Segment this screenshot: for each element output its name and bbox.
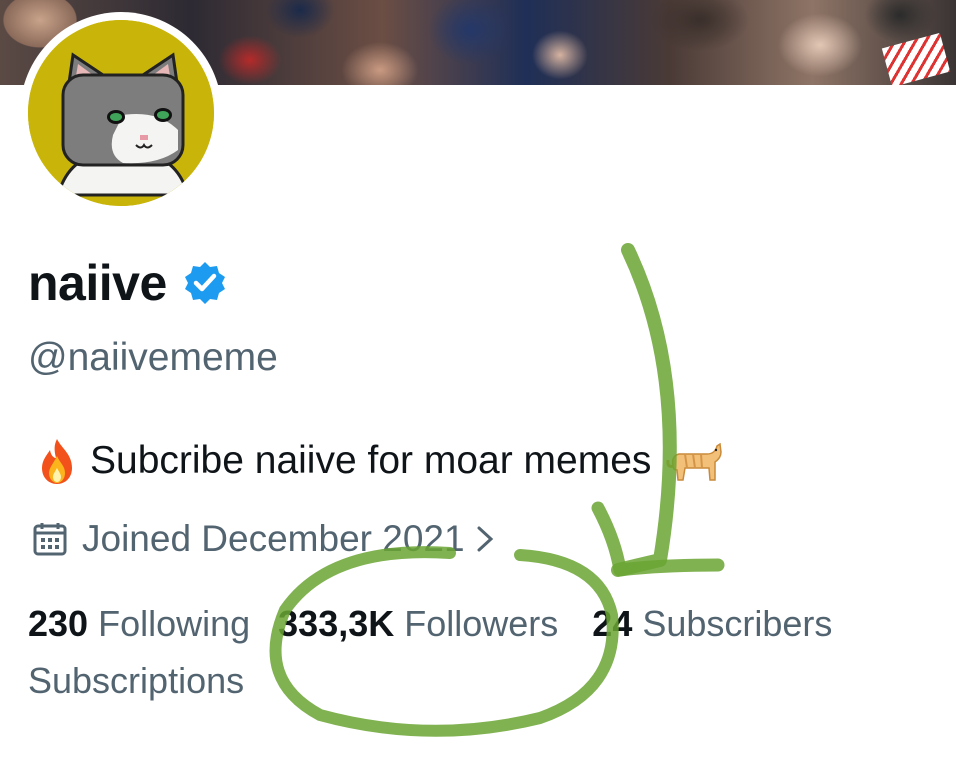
subscriptions-link[interactable]: Subscriptions: [28, 660, 244, 702]
profile-name-row: naiive: [28, 254, 229, 312]
avatar-image: [28, 20, 214, 206]
followers-label: Followers: [404, 603, 559, 644]
following-stat[interactable]: 230 Following: [28, 603, 250, 645]
display-name: naiive: [28, 255, 167, 311]
bio-text: Subcribe naiive for moar memes: [90, 439, 652, 482]
annotation-arrow-head: [591, 501, 725, 577]
chevron-right-icon: [477, 526, 493, 552]
followers-stat[interactable]: 333,3K Followers: [278, 603, 558, 645]
profile-bio: Subcribe naiive for moar memes: [32, 436, 725, 486]
following-label: Following: [98, 603, 251, 644]
calendar-icon: [33, 523, 67, 556]
avatar[interactable]: [20, 12, 222, 214]
subscribers-count: 24: [592, 603, 633, 644]
profile-stats: 230 Following 333,3K Followers 24 Subscribers: [28, 603, 854, 645]
banner-flag: [881, 32, 951, 85]
cat-emoji-icon: [666, 442, 723, 481]
subscribers-stat[interactable]: 24 Subscribers: [592, 603, 832, 645]
profile-handle: @naiivememe: [28, 336, 278, 379]
verified-badge-icon[interactable]: [181, 259, 229, 307]
annotation-arrow-shaft: [611, 243, 677, 577]
joined-text: Joined December 2021: [82, 518, 465, 559]
followers-count: 333,3K: [278, 603, 395, 644]
subscribers-label: Subscribers: [642, 603, 833, 644]
following-count: 230: [28, 603, 89, 644]
joined-date[interactable]: Joined December 2021: [32, 518, 495, 560]
fire-emoji-icon: [42, 439, 72, 484]
pixel-cat-icon: [28, 20, 214, 206]
